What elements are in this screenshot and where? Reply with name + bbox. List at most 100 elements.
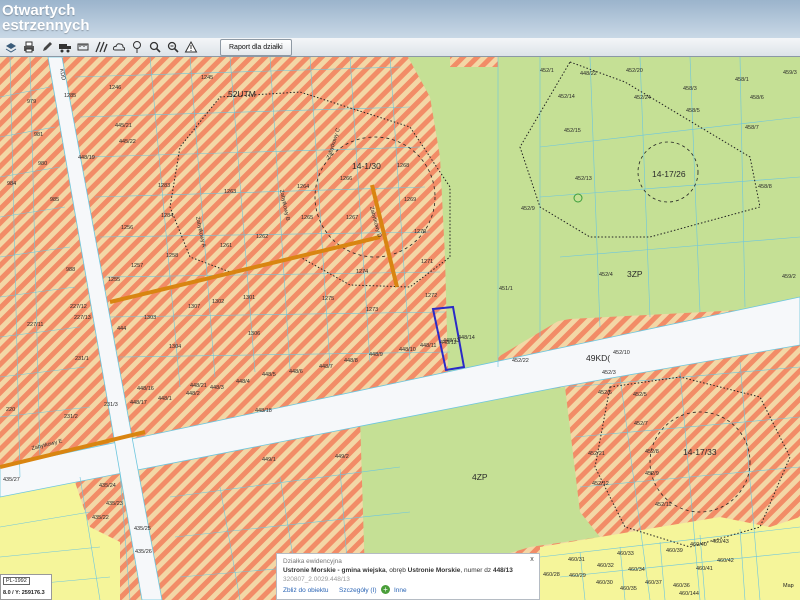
zoom-to-object-link[interactable]: Zbliż do obiektu [283,587,329,594]
close-icon[interactable]: x [528,556,536,564]
print-icon[interactable] [22,40,36,54]
parcel-label: 452/9 [521,206,535,212]
parcel-label: 1257 [131,263,143,269]
parcel-label: 1256 [121,225,133,231]
crs-label[interactable]: PL-1992 [3,577,30,585]
parcel-label: 1264 [297,184,309,190]
parcel-label: 448/22 [580,71,597,77]
layers-icon[interactable] [4,40,18,54]
parcel-label: 445/21 [115,123,132,129]
parcel-label: 979 [27,99,36,105]
parcel-info-popup: Działka ewidencyjna Ustronie Morskie - g… [276,553,540,600]
parcel-label: 449/2 [335,454,349,460]
parcel-label: 231/2 [64,414,78,420]
parcel-label: 460/36 [673,583,690,589]
parcel-label: 452/11 [655,502,671,508]
parcel-label: 448/6 [289,369,303,375]
info-numer-label: numer dz [464,567,492,574]
parcel-label: 452/1 [540,68,554,74]
cloud-icon[interactable] [112,40,126,54]
info-numer: 448/13 [492,567,513,574]
parcel-label: 460/37 [645,580,662,586]
parcel-label: 1246 [109,85,121,91]
parcel-label: 460/39 [666,548,683,554]
parcel-label: 452/14 [558,94,575,100]
parcel-label: 988 [66,267,75,273]
add-icon[interactable]: + [381,585,390,594]
parcel-label: 1258 [166,253,178,259]
parcel-label: 1271 [421,259,433,265]
parcel-label: 460/31 [568,557,585,563]
measure-icon[interactable] [76,40,90,54]
parcel-label: 1307 [188,304,200,310]
parcel-label: 452/8 [645,449,659,455]
parcel-label: 1274 [356,269,368,275]
parcel-label: 448/2 [186,391,200,397]
parcel-label: 448/10 [399,347,416,353]
parcel-label: 458/8 [758,184,772,190]
parcel-label: 448/9 [369,352,383,358]
tree-icon[interactable] [130,40,144,54]
parcel-label: 459/2 [782,274,796,280]
parcel-label: 452/21 [588,451,605,457]
parcel-label: 460/35 [620,586,637,592]
parcel-label: 448/18 [255,408,272,414]
report-button[interactable]: Raport dla działki [220,39,292,56]
edit-icon[interactable] [40,40,54,54]
zone-label: 52UTM [228,89,256,99]
zone-label: 14-17/33 [683,447,717,457]
zoom-icon[interactable] [148,40,162,54]
parcel-label: 1263 [224,189,236,195]
parcel-label: 1261 [220,243,232,249]
parcel-label: 458/7 [745,125,759,131]
parcel-label: 435/27 [3,477,20,483]
parcel-label: 448/11 [420,343,436,349]
parcel-label: 458/5 [686,108,700,114]
parcel-label: 1270 [414,229,426,235]
hatch-icon[interactable] [94,40,108,54]
info-obreb-label: obręb [389,567,406,574]
parcel-label: 980 [38,161,47,167]
parcel-label: 460/28 [543,572,560,578]
warning-icon[interactable] [184,40,198,54]
parcel-label: 1306 [248,331,260,337]
parcel-label: 460/144 [679,591,699,597]
parcel-label: 985 [50,197,59,203]
map-canvas[interactable]: 52UTM 14-1/30 14-17/26 3ZP 49KD( 14-17/3… [0,57,800,600]
info-parcel-id: 320807_2.0029.448/13 [283,576,350,583]
parcel-label: 1304 [169,344,181,350]
parcel-label: 458/1 [735,77,749,83]
parcel-label: 448/3 [210,385,224,391]
parcel-label: 1285 [64,93,76,99]
parcel-label: 452/22 [512,358,529,364]
parcel-label: 452/3 [602,370,616,376]
parcel-label: 458/3 [683,86,697,92]
parcel-label: 1245 [201,75,213,81]
parcel-label: 1269 [404,197,416,203]
truck-icon[interactable] [58,40,72,54]
parcel-label: 451/1 [499,286,513,292]
parcel-label: 460/32 [597,563,614,569]
parcel-label: 452/12 [592,481,609,487]
details-link[interactable]: Szczegóły (I) [339,587,377,594]
parcel-label: 1272 [425,293,437,299]
parcel-label: 460/33 [617,551,634,557]
parcel-label: 1302 [212,299,224,305]
more-link[interactable]: Inne [394,587,407,594]
parcel-label: 460/42 [717,558,734,564]
coordinate-box: PL-1992 8.0 / Y: 259176.3 [0,574,52,600]
app-header: Otwartych estrzennych [0,0,800,38]
parcel-label: 1262 [256,234,268,240]
parcel-label: 449/1 [262,457,276,463]
parcel-label: 460/30 [596,580,613,586]
parcel-label: 452/6 [598,390,612,396]
parcel-label: 1255 [108,277,120,283]
parcel-label: 435/25 [134,526,151,532]
parcel-label: 1303 [144,315,156,321]
parcel-label: 435/23 [106,501,123,507]
parcel-label: 231/3 [104,402,118,408]
zoom-area-icon[interactable] [166,40,180,54]
parcel-label: 452/20 [626,68,643,74]
map-toolbar: Raport dla działki [0,38,800,57]
parcel-label: 452/7 [634,421,648,427]
